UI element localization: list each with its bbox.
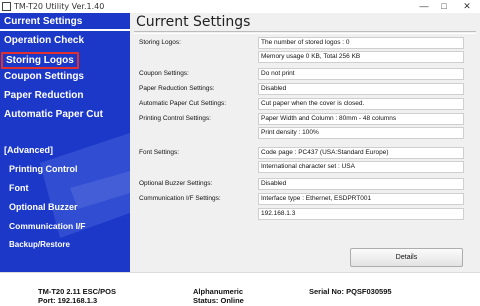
paper-reduction-label: Paper Reduction Settings: <box>139 85 215 92</box>
minimize-button[interactable]: — <box>414 0 434 13</box>
serial-number: Serial No: PQSF030595 <box>309 287 392 296</box>
title-divider <box>134 31 476 32</box>
automatic-paper-cut-value: Cut paper when the cover is closed. <box>258 98 464 110</box>
status-bar: TM-T20 2.11 ESC/POS Port: 192.168.1.3 Al… <box>0 272 480 306</box>
sidebar-item-optional-buzzer[interactable]: Optional Buzzer <box>9 200 78 214</box>
window-title: TM-T20 Utility Ver.1.40 <box>14 2 105 11</box>
sidebar-item-communication-if[interactable]: Communication I/F <box>9 219 86 233</box>
optional-buzzer-label: Optional Buzzer Settings: <box>139 180 213 187</box>
sidebar-item-operation-check[interactable]: Operation Check <box>4 34 84 48</box>
coupon-settings-label: Coupon Settings: <box>139 70 189 77</box>
printer-status: Status: Online <box>193 296 244 305</box>
sidebar-item-automatic-paper-cut[interactable]: Automatic Paper Cut <box>4 108 103 122</box>
storing-logos-label: Storing Logos: <box>139 39 181 46</box>
details-button[interactable]: Details <box>350 248 463 267</box>
character-set: Alphanumeric <box>193 287 244 296</box>
close-button[interactable]: ✕ <box>454 0 480 13</box>
advanced-header: [Advanced] <box>4 145 54 155</box>
ip-address-value: 192.168.1.3 <box>258 208 464 220</box>
printer-model: TM-T20 2.11 ESC/POS <box>38 287 116 296</box>
title-bar: TM-T20 Utility Ver.1.40 — □ ✕ <box>0 0 480 13</box>
font-settings-label: Font Settings: <box>139 149 180 156</box>
sidebar: Current Settings Operation Check Storing… <box>0 13 130 272</box>
sidebar-item-current-settings[interactable]: Current Settings <box>0 13 130 31</box>
sidebar-item-paper-reduction[interactable]: Paper Reduction <box>4 89 83 103</box>
printing-control-label: Printing Control Settings: <box>139 115 211 122</box>
storing-logos-count-value: The number of stored logos : 0 <box>258 37 464 49</box>
print-density-value: Print density : 100% <box>258 127 464 139</box>
sidebar-item-printing-control[interactable]: Printing Control <box>9 162 78 176</box>
interface-type-value: Interface type : Ethernet, ESDPRT001 <box>258 193 464 205</box>
sidebar-item-backup-restore[interactable]: Backup/Restore <box>9 238 70 252</box>
page-title: Current Settings <box>136 14 251 30</box>
optional-buzzer-value: Disabled <box>258 178 464 190</box>
utility-window: TM-T20 Utility Ver.1.40 — □ ✕ Current Se… <box>0 0 480 306</box>
sidebar-item-storing-logos[interactable]: Storing Logos <box>1 52 79 69</box>
app-icon <box>2 2 11 11</box>
communication-if-label: Communication I/F Settings: <box>139 195 221 202</box>
printer-port: Port: 192.168.1.3 <box>38 296 98 305</box>
main-panel: Current Settings Storing Logos: The numb… <box>130 13 480 272</box>
sidebar-item-font[interactable]: Font <box>9 181 29 195</box>
storing-logos-memory-value: Memory usage 0 KB, Total 256 KB <box>258 51 464 63</box>
code-page-value: Code page : PC437 (USA:Standard Europe) <box>258 147 464 159</box>
international-charset-value: International character set : USA <box>258 161 464 173</box>
paper-reduction-value: Disabled <box>258 83 464 95</box>
title-divider-highlight <box>134 33 476 34</box>
window-controls: — □ ✕ <box>414 0 480 13</box>
coupon-settings-value: Do not print <box>258 68 464 80</box>
paper-width-value: Paper Width and Column : 80mm - 48 colum… <box>258 113 464 125</box>
sidebar-item-coupon-settings[interactable]: Coupon Settings <box>4 70 84 84</box>
maximize-button[interactable]: □ <box>434 0 454 13</box>
automatic-paper-cut-label: Automatic Paper Cut Settings: <box>139 100 227 107</box>
